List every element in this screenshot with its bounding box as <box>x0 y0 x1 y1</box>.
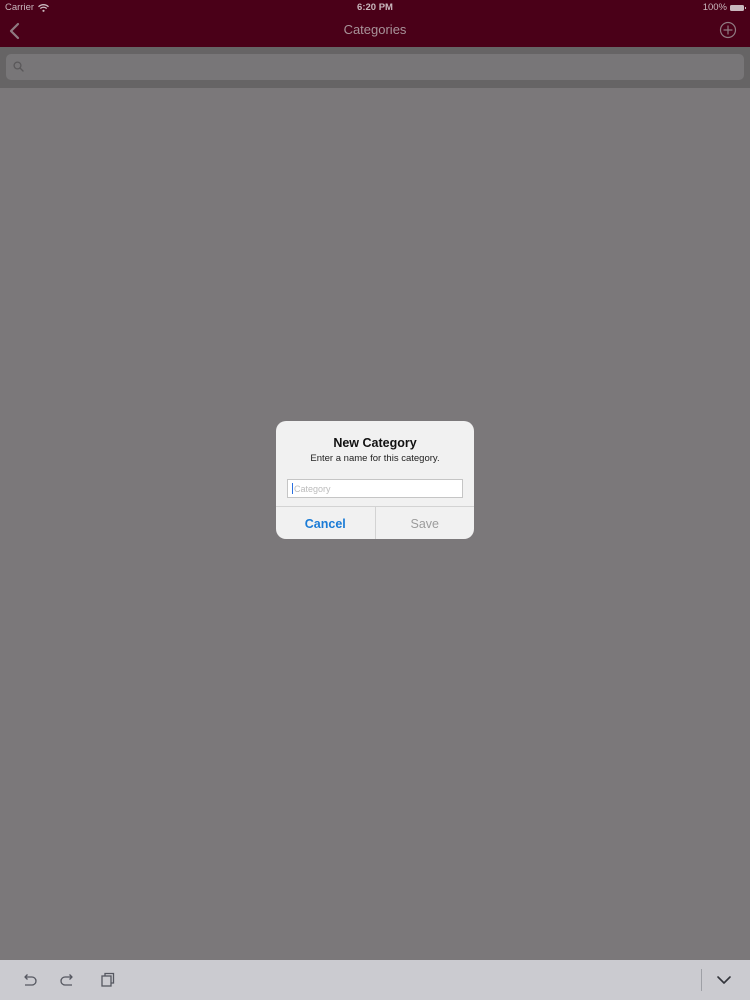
category-name-field[interactable]: Category <box>287 479 463 498</box>
text-cursor <box>292 483 293 494</box>
status-bar: Carrier 6:20 PM 100% <box>0 0 750 14</box>
battery-icon <box>730 4 746 11</box>
keyboard-dismiss-icon[interactable] <box>714 970 734 990</box>
dialog-actions: Cancel Save <box>276 506 474 539</box>
dialog-message: Enter a name for this category. <box>310 453 440 464</box>
paste-icon[interactable] <box>98 970 118 990</box>
category-field-placeholder: Category <box>294 483 331 494</box>
search-input[interactable] <box>6 54 744 80</box>
navigation-bar: Categories <box>0 14 750 47</box>
redo-icon[interactable] <box>58 970 78 990</box>
save-button[interactable]: Save <box>376 507 475 539</box>
plus-circle-icon[interactable] <box>719 21 737 39</box>
new-category-dialog: New Category Enter a name for this categ… <box>276 421 474 539</box>
app-screen: Carrier 6:20 PM 100% Categories New Cate… <box>0 0 750 1000</box>
search-icon <box>13 61 24 72</box>
cancel-button[interactable]: Cancel <box>276 507 376 539</box>
battery-percent: 100% <box>702 2 727 13</box>
status-time: 6:20 PM <box>357 2 393 13</box>
page-title: Categories <box>343 22 407 37</box>
toolbar-divider <box>701 969 702 991</box>
undo-icon[interactable] <box>19 970 39 990</box>
keyboard-shortcut-bar <box>0 960 750 1000</box>
battery-indicator: 100% <box>702 2 746 13</box>
search-bar <box>0 47 750 88</box>
dialog-title: New Category <box>333 436 417 450</box>
